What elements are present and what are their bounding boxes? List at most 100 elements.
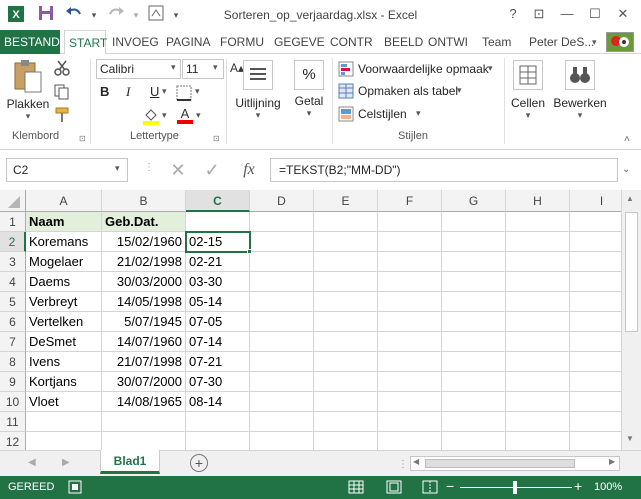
cancel-icon[interactable]: ✕: [166, 158, 190, 182]
normal-view-icon[interactable]: [348, 480, 364, 497]
font-name-box[interactable]: Calibri ▾: [96, 59, 181, 79]
cell-c5[interactable]: 05-14: [186, 292, 250, 312]
fill-color-dropdown-icon[interactable]: ▾: [162, 110, 167, 121]
minimize-button[interactable]: —: [556, 4, 578, 24]
cell-b5[interactable]: 14/05/1998: [102, 292, 186, 312]
tab-bar-splitter-icon[interactable]: ⋮: [398, 459, 408, 470]
sheet-scroll-right-icon[interactable]: ▶: [62, 457, 70, 468]
borders-icon[interactable]: [176, 85, 192, 104]
cell-c2[interactable]: 02-15: [186, 232, 250, 252]
alignment-button[interactable]: Uitlijning ▾: [232, 58, 284, 124]
tab-team[interactable]: Team: [478, 30, 515, 54]
select-all-corner[interactable]: [0, 190, 26, 212]
scroll-left-icon[interactable]: ◀: [413, 457, 419, 466]
cell-a3[interactable]: Mogelaer: [26, 252, 102, 272]
tab-page-layout[interactable]: PAGINA: [162, 30, 214, 54]
horizontal-scroll-thumb[interactable]: [425, 459, 575, 468]
tab-review[interactable]: CONTR: [326, 30, 377, 54]
user-name[interactable]: Peter DeS...: [525, 30, 598, 54]
cell-a5[interactable]: Verbreyt: [26, 292, 102, 312]
cell-a7[interactable]: DeSmet: [26, 332, 102, 352]
collapse-ribbon-icon[interactable]: ˄: [624, 134, 630, 145]
cell-b6[interactable]: 5/07/1945: [102, 312, 186, 332]
cell-a8[interactable]: Ivens: [26, 352, 102, 372]
tab-developer[interactable]: ONTWI: [424, 30, 472, 54]
ribbon-display-options-button[interactable]: ⊡: [528, 4, 550, 24]
column-header-b[interactable]: B: [102, 190, 186, 212]
cells-button[interactable]: Cellen ▾: [508, 58, 548, 124]
copy-icon[interactable]: [54, 84, 70, 103]
cell-c7[interactable]: 07-14: [186, 332, 250, 352]
user-dropdown-icon[interactable]: ▾: [592, 37, 597, 48]
column-header-e[interactable]: E: [314, 190, 378, 212]
row-header[interactable]: 3: [0, 252, 26, 272]
name-box[interactable]: C2 ▾: [6, 158, 128, 182]
font-color-dropdown-icon[interactable]: ▾: [196, 110, 201, 121]
editing-button[interactable]: Bewerken ▾: [552, 58, 608, 124]
cell-c9[interactable]: 07-30: [186, 372, 250, 392]
row-header[interactable]: 11: [0, 412, 26, 432]
zoom-slider-thumb[interactable]: [513, 481, 517, 494]
borders-dropdown-icon[interactable]: ▾: [195, 86, 200, 97]
tab-view[interactable]: BEELD: [380, 30, 427, 54]
column-header-g[interactable]: G: [442, 190, 506, 212]
cell-b8[interactable]: 21/07/1998: [102, 352, 186, 372]
bold-button[interactable]: B: [100, 84, 109, 99]
row-header[interactable]: 4: [0, 272, 26, 292]
row-header[interactable]: 8: [0, 352, 26, 372]
horizontal-scrollbar[interactable]: ◀ ▶: [410, 456, 620, 471]
sheet-tab-blad1[interactable]: Blad1: [100, 450, 160, 474]
row-header[interactable]: 1: [0, 212, 26, 232]
cell-b2[interactable]: 15/02/1960: [102, 232, 186, 252]
zoom-out-button[interactable]: −: [446, 478, 454, 494]
expand-formula-bar-icon[interactable]: ⌄: [622, 164, 630, 175]
row-header[interactable]: 6: [0, 312, 26, 332]
font-size-box[interactable]: 11 ▾: [182, 59, 224, 79]
tab-home[interactable]: START: [64, 30, 107, 55]
column-header-c[interactable]: C: [186, 190, 250, 212]
italic-button[interactable]: I: [126, 84, 130, 100]
cell-a9[interactable]: Kortjans: [26, 372, 102, 392]
row-header[interactable]: 7: [0, 332, 26, 352]
tab-formulas[interactable]: FORMU: [216, 30, 268, 54]
cut-icon[interactable]: [54, 60, 70, 79]
sheet-scroll-left-icon[interactable]: ◀: [28, 457, 36, 468]
row-header[interactable]: 9: [0, 372, 26, 392]
fill-handle[interactable]: [247, 249, 252, 254]
cell-a1[interactable]: Naam: [26, 212, 102, 232]
fill-color-icon[interactable]: [142, 107, 160, 128]
paste-button[interactable]: Plakken ▾: [6, 58, 50, 121]
row-header[interactable]: 5: [0, 292, 26, 312]
macro-record-icon[interactable]: [68, 480, 82, 497]
tab-file[interactable]: BESTAND: [0, 30, 60, 54]
tab-data[interactable]: GEGEVE: [270, 30, 329, 54]
scroll-thumb[interactable]: [625, 212, 638, 332]
column-header-i[interactable]: I: [570, 190, 621, 212]
page-break-view-icon[interactable]: [422, 480, 438, 497]
new-sheet-button[interactable]: +: [190, 454, 208, 472]
cell-a4[interactable]: Daems: [26, 272, 102, 292]
cell-c6[interactable]: 07-05: [186, 312, 250, 332]
zoom-level[interactable]: 100%: [594, 481, 622, 493]
cell-c10[interactable]: 08-14: [186, 392, 250, 412]
tab-insert[interactable]: INVOEG: [108, 30, 163, 54]
enter-icon[interactable]: ✓: [200, 158, 224, 182]
cell-a10[interactable]: Vloet: [26, 392, 102, 412]
cell-b9[interactable]: 30/07/2000: [102, 372, 186, 392]
scroll-right-icon[interactable]: ▶: [609, 457, 615, 466]
column-header-d[interactable]: D: [250, 190, 314, 212]
close-button[interactable]: ✕: [612, 4, 634, 24]
row-header[interactable]: 2: [0, 232, 26, 252]
help-button[interactable]: ?: [502, 4, 524, 24]
column-header-a[interactable]: A: [26, 190, 102, 212]
cell-b3[interactable]: 21/02/1998: [102, 252, 186, 272]
vertical-scrollbar[interactable]: ▲ ▼: [621, 190, 641, 450]
scroll-down-icon[interactable]: ▼: [626, 434, 634, 443]
cell-b4[interactable]: 30/03/2000: [102, 272, 186, 292]
formula-input[interactable]: =TEKST(B2;"MM-DD"): [270, 158, 618, 182]
format-as-table-button[interactable]: Opmaken als tabel ▾: [338, 82, 468, 100]
column-header-f[interactable]: F: [378, 190, 442, 212]
cell-b1[interactable]: Geb.Dat.: [102, 212, 186, 232]
format-painter-icon[interactable]: [54, 107, 70, 126]
cell-c3[interactable]: 02-21: [186, 252, 250, 272]
